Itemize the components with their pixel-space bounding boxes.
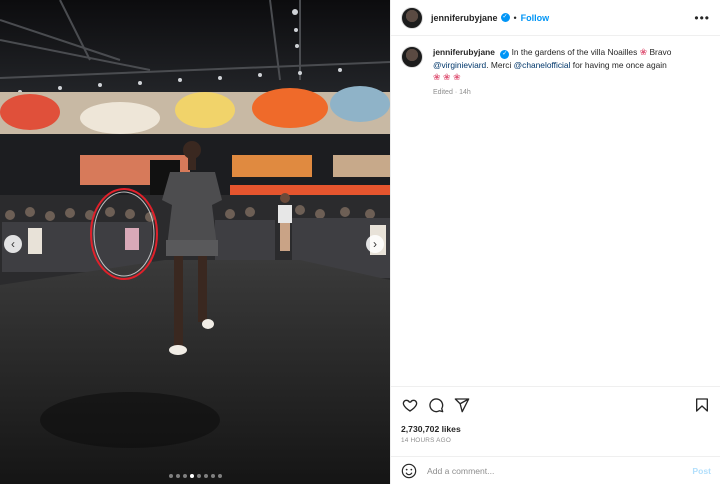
carousel-dot [203,474,208,478]
edited-age[interactable]: 14h [459,89,471,96]
caption-username[interactable]: jenniferubyjane [433,47,495,57]
carousel-dot [189,474,194,478]
separator-dot: • [513,12,517,23]
carousel-dot [175,474,180,478]
verified-badge-icon: ✓ [500,50,510,59]
caption-meta: Edited · 14h [433,87,710,99]
carousel-indicator [0,474,390,478]
caption-text: . Merci [486,60,514,70]
caption-text: Bravo [647,47,672,57]
bookmark-icon[interactable] [693,396,711,414]
carousel-dot [182,474,187,478]
username-link[interactable]: jenniferubyjane [431,13,498,23]
like-count[interactable]: 2,730,702 likes [401,424,461,434]
carousel-dot [168,474,173,478]
caption-avatar[interactable] [401,46,423,68]
more-options-icon[interactable]: ••• [694,11,710,25]
mention-link[interactable]: @chanelofficial [514,60,571,70]
flower-emoji-icon: ❀ ❀ ❀ [433,72,461,82]
smiley-icon[interactable] [401,463,417,479]
post-comment-button[interactable]: Post [692,466,711,476]
caption-text: for having me once again [570,60,667,70]
previous-image-button[interactable]: ‹ [4,235,22,253]
comment-icon[interactable] [427,396,445,414]
caption-body: jenniferubyjane ✓ In the gardens of the … [433,46,710,99]
post-caption: jenniferubyjane ✓ In the gardens of the … [391,36,720,99]
comment-composer: Post [391,456,720,484]
heart-icon[interactable] [401,396,419,414]
caption-text: In the gardens of the villa Noailles [511,47,640,57]
runway-photo [0,0,390,484]
carousel-dot [196,474,201,478]
post-media[interactable]: ‹ › [0,0,390,484]
share-icon[interactable] [453,396,471,414]
flower-emoji-icon: ❀ [639,47,648,57]
post-timestamp[interactable]: 14 HOURS AGO [401,437,451,444]
verified-badge-icon: ✓ [500,13,510,22]
edited-label: Edited [433,89,453,96]
action-bar [391,386,720,422]
post-header: jenniferubyjane ✓ • Follow ••• [391,0,720,36]
carousel-dot [217,474,222,478]
carousel-dot [210,474,215,478]
comment-input[interactable] [427,465,677,476]
post-details-panel: jenniferubyjane ✓ • Follow ••• jenniferu… [390,0,720,484]
avatar[interactable] [401,6,423,29]
mention-link[interactable]: @virginieviard [433,60,486,70]
follow-button[interactable]: Follow [521,13,550,23]
next-image-button[interactable]: › [366,235,384,253]
